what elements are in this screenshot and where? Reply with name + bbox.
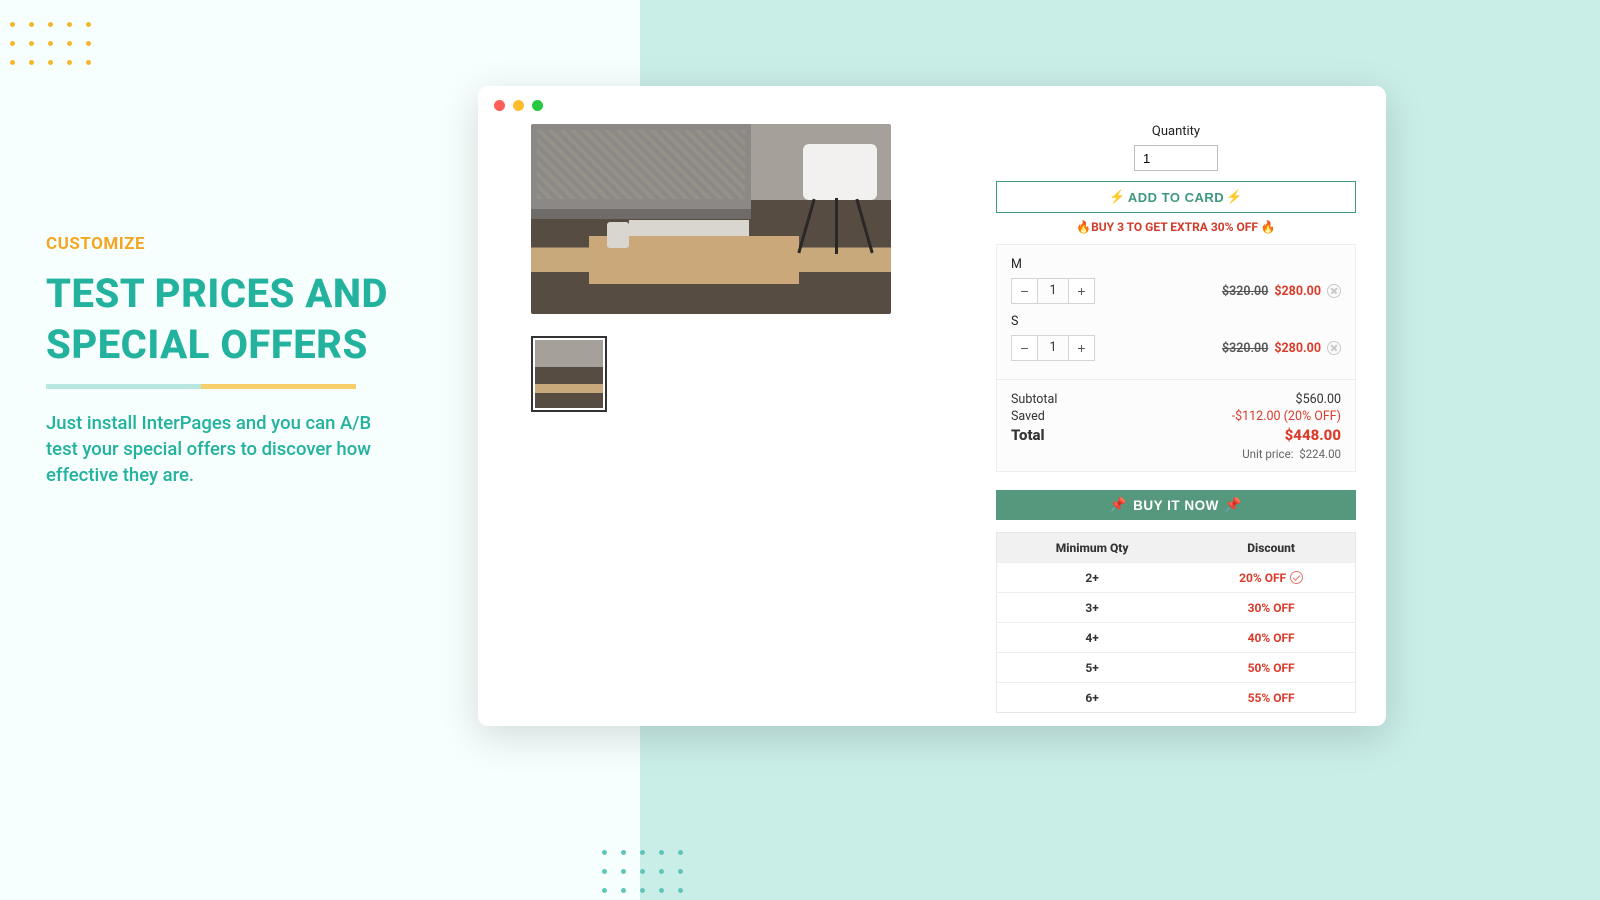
discount-qty: 3+ bbox=[997, 593, 1188, 623]
bolt-icon: ⚡ bbox=[1226, 189, 1243, 205]
saved-label: Saved bbox=[1011, 409, 1045, 424]
variant-row: M − 1 + $320.00 $280.00 bbox=[1011, 257, 1341, 304]
total-label: Total bbox=[1011, 426, 1045, 444]
quantity-label: Quantity bbox=[996, 124, 1356, 139]
discount-row: 6+ 55% OFF bbox=[997, 683, 1356, 713]
pin-icon: 📌 bbox=[1225, 497, 1242, 513]
discount-off: 55% OFF bbox=[1187, 683, 1355, 713]
discount-row: 5+ 50% OFF bbox=[997, 653, 1356, 683]
discount-th-off: Discount bbox=[1187, 533, 1355, 563]
variant-name: S bbox=[1011, 314, 1341, 329]
decor-dots-top bbox=[10, 22, 91, 65]
remove-icon[interactable] bbox=[1327, 341, 1341, 355]
decor-dots-bottom bbox=[602, 850, 683, 893]
bolt-icon: ⚡ bbox=[1109, 189, 1126, 205]
discount-row: 2+ 20% OFF bbox=[997, 563, 1356, 593]
buy-now-button[interactable]: 📌 BUY IT NOW 📌 bbox=[996, 490, 1356, 520]
totals-panel: Subtotal $560.00 Saved -$112.00 (20% OFF… bbox=[996, 380, 1356, 472]
window-titlebar bbox=[478, 86, 1386, 124]
qty-value: 1 bbox=[1038, 336, 1068, 360]
pin-icon: 📌 bbox=[1110, 497, 1127, 513]
discount-row: 4+ 40% OFF bbox=[997, 623, 1356, 653]
promo-underline bbox=[46, 384, 356, 389]
price-original: $320.00 bbox=[1222, 341, 1268, 356]
unit-price-value: $224.00 bbox=[1299, 447, 1341, 461]
discount-qty: 6+ bbox=[997, 683, 1188, 713]
discount-off: 50% OFF bbox=[1187, 653, 1355, 683]
variants-panel: M − 1 + $320.00 $280.00 S − 1 + bbox=[996, 244, 1356, 380]
qty-decrement-button[interactable]: − bbox=[1012, 279, 1038, 303]
promo-body: Just install InterPages and you can A/B … bbox=[46, 411, 396, 489]
discount-qty: 2+ bbox=[997, 563, 1188, 593]
price-sale: $280.00 bbox=[1274, 341, 1321, 356]
promo-headline: TEST PRICES AND SPECIAL OFFERS bbox=[46, 268, 396, 370]
window-zoom-icon[interactable] bbox=[532, 100, 543, 111]
quantity-stepper[interactable]: − 1 + bbox=[1011, 335, 1095, 361]
subtotal-label: Subtotal bbox=[1011, 392, 1057, 407]
variant-row: S − 1 + $320.00 $280.00 bbox=[1011, 314, 1341, 361]
quantity-stepper[interactable]: − 1 + bbox=[1011, 278, 1095, 304]
browser-window: Quantity ⚡ ADD TO CARD ⚡ 🔥BUY 3 TO GET E… bbox=[478, 86, 1386, 726]
product-thumbnail[interactable] bbox=[531, 336, 607, 412]
qty-decrement-button[interactable]: − bbox=[1012, 336, 1038, 360]
discount-th-qty: Minimum Qty bbox=[997, 533, 1188, 563]
price-sale: $280.00 bbox=[1274, 284, 1321, 299]
promo-copy: CUSTOMIZE TEST PRICES AND SPECIAL OFFERS… bbox=[46, 234, 396, 489]
discount-qty: 5+ bbox=[997, 653, 1188, 683]
total-value: $448.00 bbox=[1285, 426, 1341, 444]
promo-offer-line: 🔥BUY 3 TO GET EXTRA 30% OFF 🔥 bbox=[996, 220, 1356, 234]
remove-icon[interactable] bbox=[1327, 284, 1341, 298]
window-minimize-icon[interactable] bbox=[513, 100, 524, 111]
discount-off: 30% OFF bbox=[1187, 593, 1355, 623]
discount-qty: 4+ bbox=[997, 623, 1188, 653]
qty-increment-button[interactable]: + bbox=[1068, 279, 1094, 303]
product-image[interactable] bbox=[531, 124, 891, 314]
discount-row: 3+ 30% OFF bbox=[997, 593, 1356, 623]
subtotal-value: $560.00 bbox=[1296, 392, 1341, 407]
quantity-input[interactable] bbox=[1134, 145, 1218, 171]
qty-value: 1 bbox=[1038, 279, 1068, 303]
discount-off: 40% OFF bbox=[1187, 623, 1355, 653]
price-original: $320.00 bbox=[1222, 284, 1268, 299]
unit-price-label: Unit price: bbox=[1242, 447, 1293, 461]
window-close-icon[interactable] bbox=[494, 100, 505, 111]
discount-off: 20% OFF bbox=[1187, 563, 1355, 593]
variant-name: M bbox=[1011, 257, 1341, 272]
check-icon bbox=[1290, 571, 1303, 584]
promo-eyebrow: CUSTOMIZE bbox=[46, 234, 396, 254]
saved-value: -$112.00 (20% OFF) bbox=[1232, 409, 1341, 424]
qty-increment-button[interactable]: + bbox=[1068, 336, 1094, 360]
add-to-cart-button[interactable]: ⚡ ADD TO CARD ⚡ bbox=[996, 181, 1356, 213]
discount-table: Minimum Qty Discount 2+ 20% OFF 3+ 30% O… bbox=[996, 532, 1356, 713]
